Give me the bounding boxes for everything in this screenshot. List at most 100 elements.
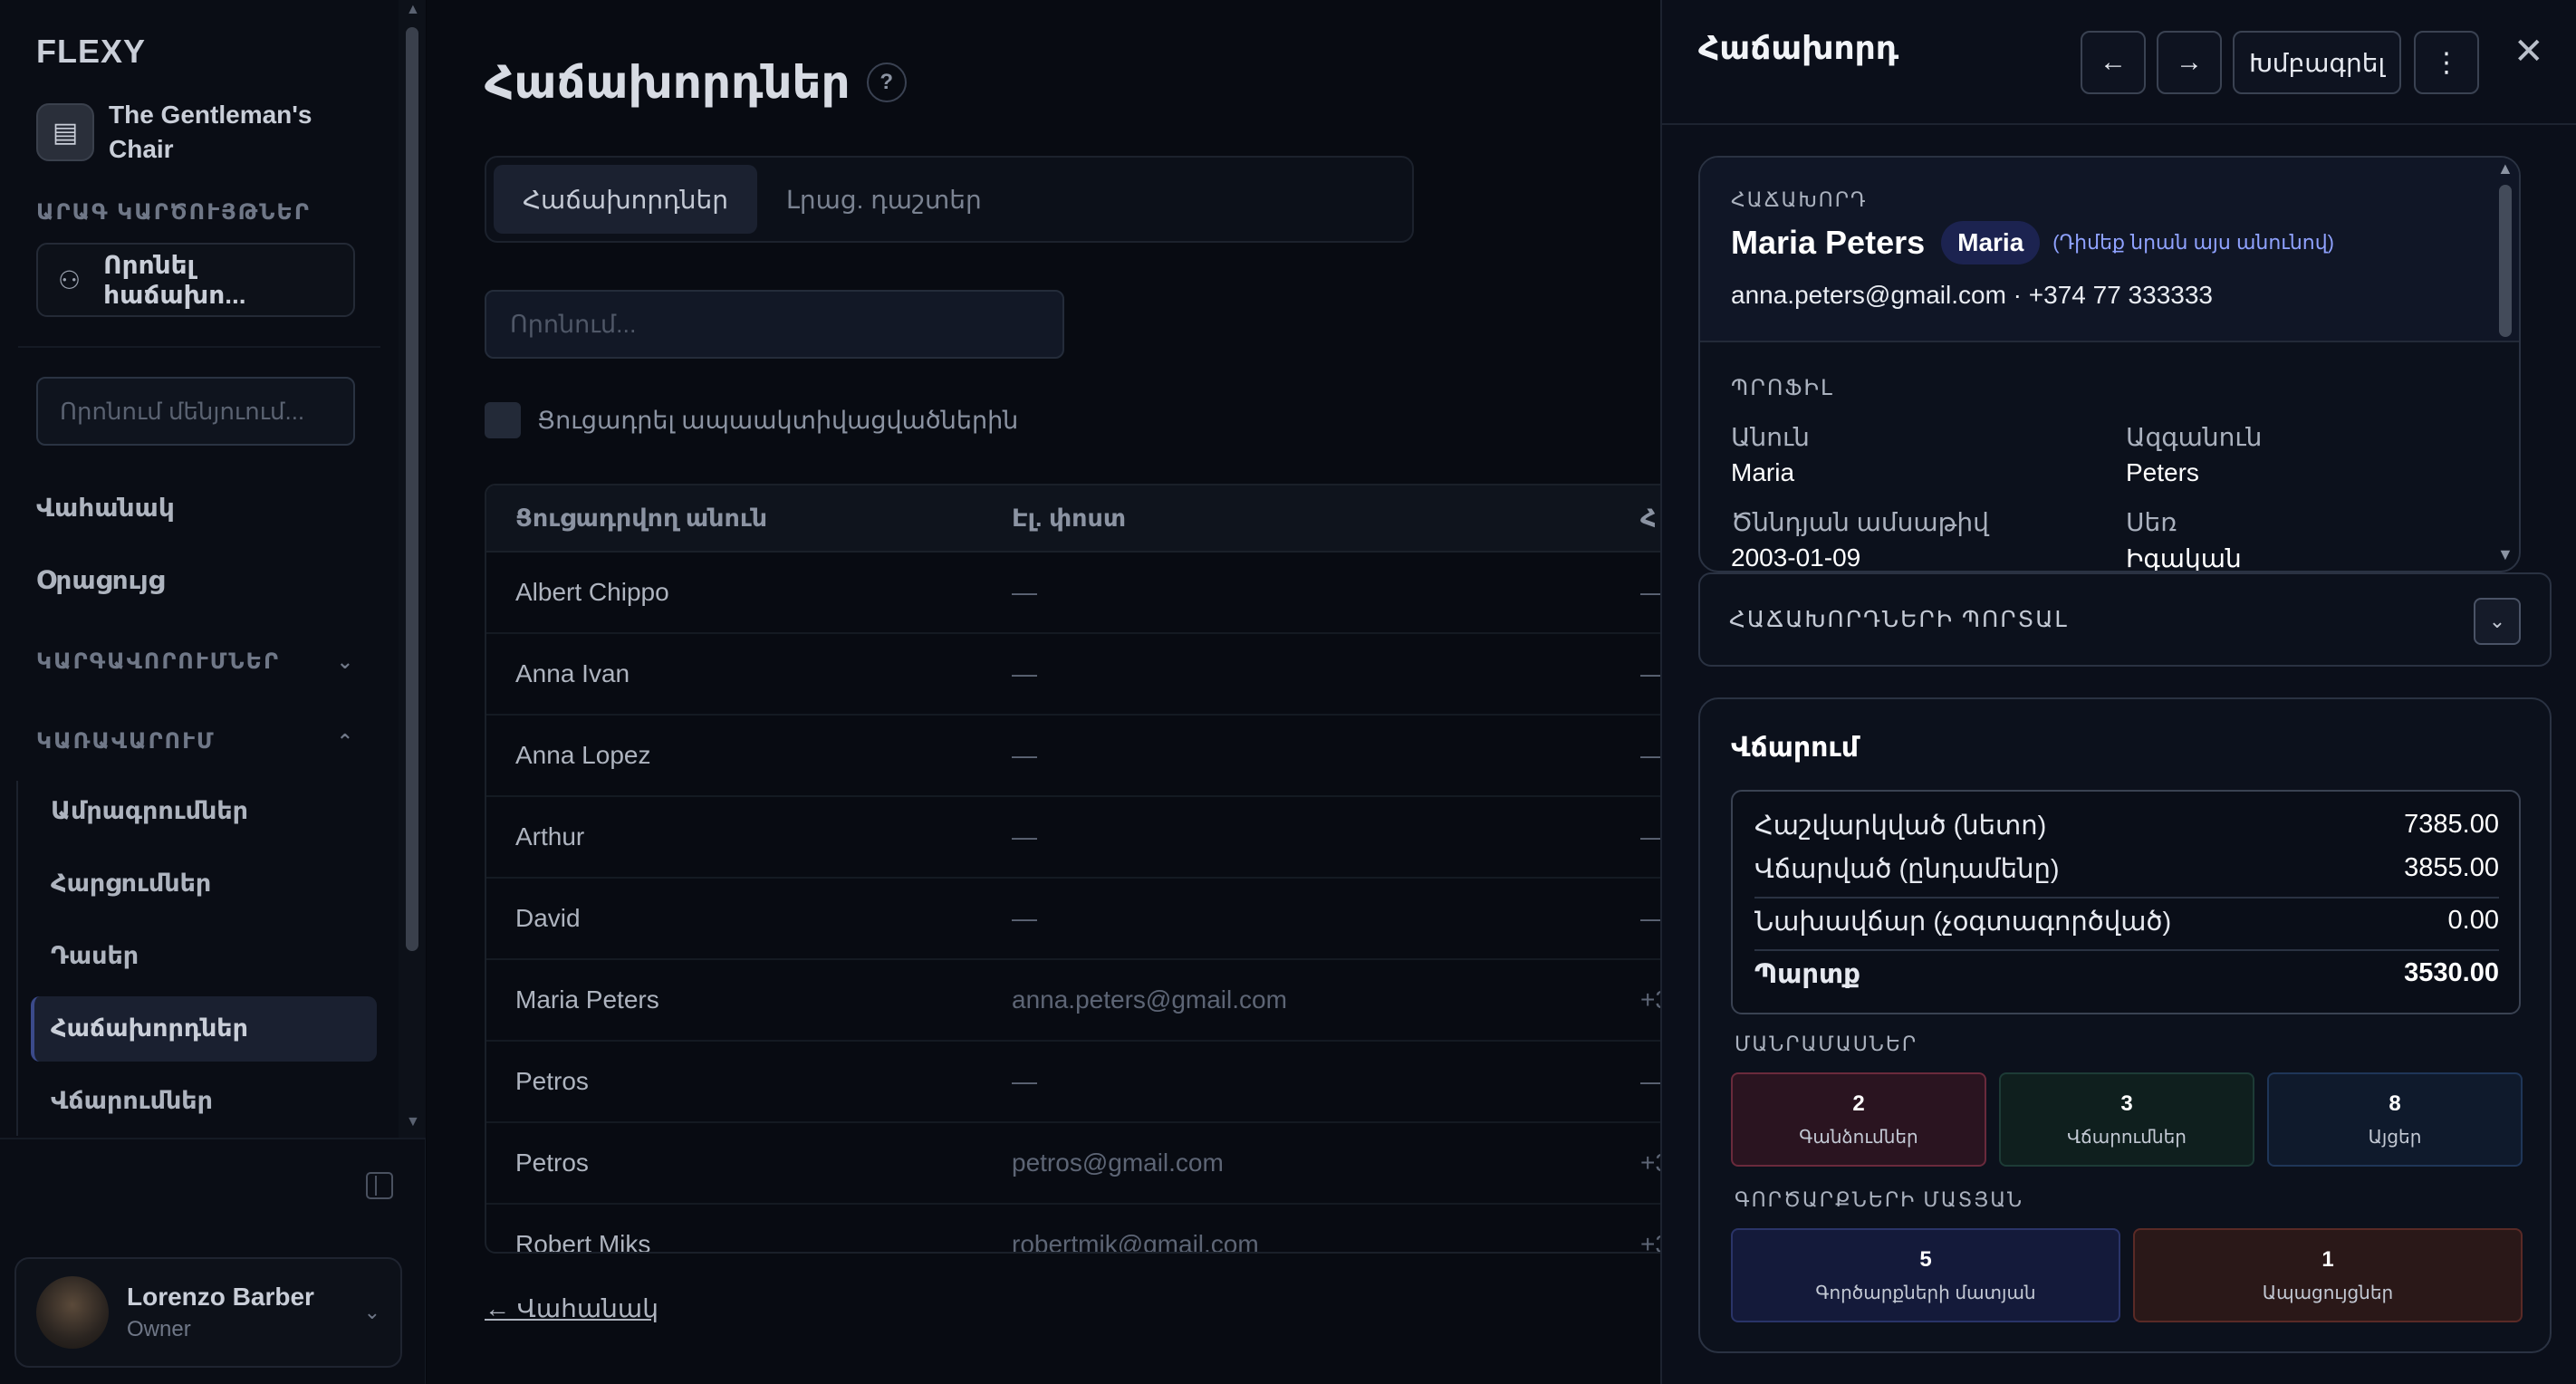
subnav-guide: [16, 781, 18, 1136]
sidebar-collapse-icon[interactable]: [366, 1172, 393, 1199]
sidebar-scrollbar[interactable]: ▲ ▼: [399, 0, 426, 1138]
table-row[interactable]: Maria Peters anna.peters@gmail.com +3: [486, 960, 1660, 1042]
show-archived-toggle[interactable]: Ցուցադրել ապաակտիվացվածներին: [485, 402, 1018, 438]
last-name-label: Ազգանուն: [2126, 423, 2263, 451]
cell-phone: —: [1640, 578, 1660, 607]
org-logo-icon: ▤: [36, 103, 94, 161]
payment-label: Նախավճար (չօգտագործված): [1754, 908, 2172, 937]
tab-custom-fields[interactable]: Լրաց. դաշտեր: [757, 165, 1011, 234]
nav-group-settings[interactable]: ԿԱՐԳԱՎՈՐՈՒՄՆԵՐ ⌄: [36, 649, 355, 675]
gender-value: Իգական: [2126, 544, 2242, 572]
charges-tile[interactable]: 2 Գանձումներ: [1731, 1072, 1986, 1167]
table-row[interactable]: Albert Chippo — —: [486, 553, 1660, 634]
table-row[interactable]: Anna Ivan — —: [486, 634, 1660, 716]
nav-calendar[interactable]: Օրացույց: [36, 565, 165, 595]
cell-phone: +3: [1640, 1149, 1660, 1177]
cell-phone: —: [1640, 1067, 1660, 1096]
transaction-log-label: Գործարքների մատյան: [1815, 1283, 2036, 1303]
charges-label: Գանձումներ: [1799, 1127, 1918, 1148]
chevron-down-icon[interactable]: ⌄: [2474, 598, 2521, 645]
dob-label: Ծննդյան ամսաթիվ: [1731, 508, 1989, 536]
cell-email: —: [1012, 822, 1037, 851]
show-archived-checkbox[interactable]: [485, 402, 521, 438]
table-row[interactable]: Anna Lopez — —: [486, 716, 1660, 797]
nav-payments[interactable]: Վճարումներ: [51, 1087, 213, 1115]
cell-phone: —: [1640, 741, 1660, 770]
card-scrollbar[interactable]: ▲ ▼: [2488, 158, 2519, 571]
column-header-name[interactable]: Ցուցադրվող անուն: [515, 505, 767, 533]
divider: [1754, 949, 2499, 951]
table-row[interactable]: Robert Miks robertmik@gmail.com +3: [486, 1205, 1660, 1254]
nav-bookings[interactable]: Ամրագրումներ: [51, 797, 248, 825]
scroll-up-icon[interactable]: ▲: [406, 2, 420, 18]
payment-value: 7385.00: [2404, 810, 2499, 839]
user-menu[interactable]: Lorenzo Barber Owner ⌄: [14, 1257, 402, 1368]
evidence-tile[interactable]: 1 Ապացույցներ: [2133, 1228, 2523, 1322]
column-header-phone[interactable]: Հ: [1640, 505, 1657, 533]
table-row[interactable]: Petros petros@gmail.com +3: [486, 1123, 1660, 1205]
payment-title: Վճարում: [1731, 733, 1860, 763]
cell-email: robertmik@gmail.com: [1012, 1230, 1259, 1254]
table-row[interactable]: Arthur — —: [486, 797, 1660, 879]
nav-requests[interactable]: Հարցումներ: [51, 870, 211, 898]
payment-value: 3530.00: [2404, 958, 2499, 987]
close-icon[interactable]: ✕: [2514, 31, 2544, 72]
user-role: Owner: [127, 1317, 191, 1341]
client-portal-section[interactable]: ՀԱՃԱԽՈՐԴՆԵՐԻ ՊՈՐՏԱԼ ⌄: [1698, 572, 2552, 667]
operations-log-label: ԳՈՐԾԱՐՔՆԵՐԻ ՄԱՏՅԱՆ: [1735, 1188, 2024, 1211]
scrollbar-thumb[interactable]: [2499, 185, 2512, 337]
nav-group-management-label: ԿԱՌԱՎԱՐՈՒՄ: [36, 729, 216, 754]
back-to-dashboard-link[interactable]: ← Վահանակ: [485, 1293, 658, 1323]
nav-classes[interactable]: Դասեր: [51, 942, 139, 970]
search-input[interactable]: Որոնում...: [485, 290, 1064, 359]
payment-row-prepaid: Նախավճար (չօգտագործված) 0.00: [1754, 906, 2499, 937]
menu-search-input[interactable]: Որոնում մենյուում...: [36, 377, 355, 446]
cell-name: Albert Chippo: [515, 578, 669, 606]
scroll-down-icon[interactable]: ▼: [2497, 545, 2514, 564]
tab-clients[interactable]: Հաճախորդներ: [494, 165, 757, 234]
help-icon[interactable]: ?: [866, 62, 907, 102]
cell-phone: —: [1640, 822, 1660, 851]
visits-tile[interactable]: 8 Այցեր: [2267, 1072, 2523, 1167]
cell-phone: —: [1640, 659, 1660, 688]
chevron-down-icon: ⌄: [336, 649, 355, 673]
divider: [1754, 897, 2499, 899]
scrollbar-thumb[interactable]: [406, 27, 418, 951]
nav-dashboard[interactable]: Վահանակ: [36, 493, 175, 523]
charges-count: 2: [1852, 1091, 1865, 1116]
nav-group-management[interactable]: ԿԱՌԱՎԱՐՈՒՄ ⌃: [36, 728, 355, 754]
payments-tile[interactable]: 3 Վճարումներ: [1999, 1072, 2254, 1167]
payment-value: 3855.00: [2404, 853, 2499, 882]
table-header: Ցուցադրվող անուն Էլ. փոստ Հ: [486, 485, 1660, 553]
client-contact: anna.peters@gmail.com · +374 77 333333: [1731, 281, 2213, 309]
find-client-button[interactable]: ⚇ Որոնել հաճախո...: [36, 243, 355, 317]
prev-client-button[interactable]: ←: [2081, 31, 2146, 94]
column-header-email[interactable]: Էլ. փոստ: [1012, 505, 1126, 533]
edit-button[interactable]: Խմբագրել: [2233, 31, 2401, 94]
cell-phone: —: [1640, 904, 1660, 933]
client-drawer: Հաճախորդ ← → Խմբագրել ⋮ ✕ ՀԱՃԱԽՈՐԴ Maria…: [1660, 0, 2576, 1384]
cell-email: —: [1012, 659, 1037, 687]
scroll-down-icon[interactable]: ▼: [406, 1114, 420, 1130]
cell-name: Petros: [515, 1149, 589, 1177]
scroll-up-icon[interactable]: ▲: [2497, 159, 2514, 178]
client-header: ՀԱՃԱԽՈՐԴ Maria Peters Maria (Դիմեք նրան …: [1700, 158, 2519, 342]
nav-clients[interactable]: Հաճախորդներ: [51, 1014, 248, 1043]
org-switcher[interactable]: ▤ The Gentleman's Chair: [36, 98, 335, 167]
table-row[interactable]: David — —: [486, 879, 1660, 960]
visits-count: 8: [2389, 1091, 2401, 1116]
sidebar: FLEXY ▤ The Gentleman's Chair ԱՐԱԳ ԿԱՐԾՈ…: [0, 0, 426, 1384]
next-client-button[interactable]: →: [2157, 31, 2222, 94]
more-options-icon[interactable]: ⋮: [2414, 31, 2479, 94]
first-name-label: Անուն: [1731, 423, 1810, 451]
visits-label: Այցեր: [2368, 1127, 2422, 1148]
cell-email: —: [1012, 904, 1037, 932]
transaction-log-tile[interactable]: 5 Գործարքների մատյան: [1731, 1228, 2120, 1322]
search-placeholder: Որոնում...: [510, 310, 637, 338]
payment-row-calculated: Հաշվարկված (նետո) 7385.00: [1754, 810, 2499, 841]
chevron-up-icon: ⌃: [336, 729, 355, 753]
cell-phone: +3: [1640, 1230, 1660, 1254]
table-row[interactable]: Petros — —: [486, 1042, 1660, 1123]
cell-name: Arthur: [515, 822, 585, 851]
details-label: ՄԱՆՐԱՄԱՍՆԵՐ: [1735, 1033, 1918, 1055]
